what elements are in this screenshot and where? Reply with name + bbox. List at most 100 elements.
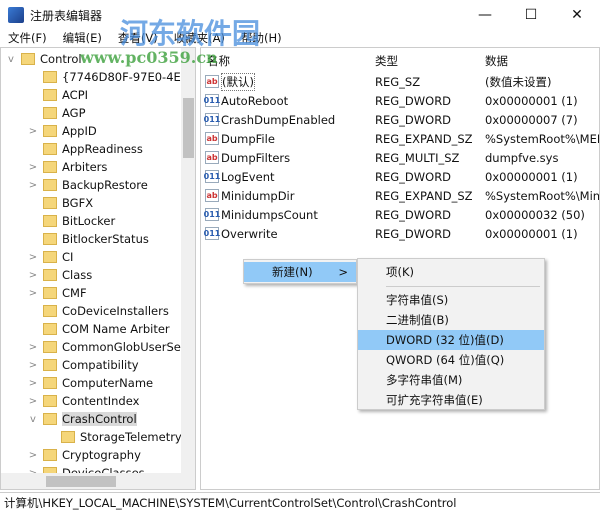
scroll-thumb[interactable] <box>183 98 194 158</box>
tree-item[interactable]: AGP <box>27 104 86 122</box>
menu-item-key[interactable]: 项(K) <box>358 262 544 282</box>
value-row[interactable]: 011 AutoReboot REG_DWORD 0x00000001 (1) <box>201 91 599 110</box>
expand-icon[interactable]: > <box>27 378 39 389</box>
tree-item[interactable]: BGFX <box>27 194 93 212</box>
submenu-item[interactable]: 二进制值(B) <box>358 310 544 330</box>
menu-item-new[interactable]: 新建(N) > <box>244 262 356 282</box>
value-name: LogEvent <box>221 169 275 184</box>
expand-icon[interactable]: > <box>27 360 39 371</box>
value-data: 0x00000001 (1) <box>485 226 578 241</box>
window-title: 注册表编辑器 <box>30 8 103 23</box>
folder-icon <box>43 161 57 173</box>
binary-value-icon: 011 <box>203 94 221 107</box>
expand-icon[interactable]: > <box>27 180 39 191</box>
close-button[interactable]: ✕ <box>554 0 600 30</box>
folder-icon <box>43 71 57 83</box>
value-row[interactable]: 011 Overwrite REG_DWORD 0x00000001 (1) <box>201 224 599 243</box>
expand-icon[interactable]: > <box>27 270 39 281</box>
value-row[interactable]: ab MinidumpDir REG_EXPAND_SZ %SystemRoot%\M… <box>201 186 599 205</box>
tree-item[interactable]: COM Name Arbiter <box>27 320 170 338</box>
submenu-item[interactable]: QWORD (64 位)值(Q) <box>358 350 544 370</box>
value-type: REG_DWORD <box>375 207 452 222</box>
watermark-url: www.pc0359.cn <box>80 48 218 67</box>
value-name: DumpFile <box>221 131 275 146</box>
tree-item[interactable]: > BackupRestore <box>27 176 148 194</box>
tree-item[interactable]: > ComputerName <box>27 374 153 392</box>
tree-item-control[interactable]: v Control <box>5 50 82 68</box>
column-data[interactable]: 数据 <box>485 53 508 69</box>
tree-item[interactable]: v CrashControl <box>27 410 137 428</box>
tree-item[interactable]: StorageTelemetry <box>45 428 182 446</box>
tree-item[interactable]: > CMF <box>27 284 87 302</box>
tree-item-label: CommonGlobUserSett <box>62 340 190 354</box>
value-row[interactable]: ab DumpFile REG_EXPAND_SZ %SystemRoot%\MEM <box>201 129 599 148</box>
collapse-icon[interactable]: v <box>27 414 39 425</box>
tree-item[interactable]: BitlockerStatus <box>27 230 149 248</box>
tree-item-label: {7746D80F-97E0-4E26- <box>62 70 196 84</box>
binary-value-icon: 011 <box>203 170 221 183</box>
folder-icon <box>43 305 57 317</box>
value-data: 0x00000007 (7) <box>485 112 578 127</box>
tree-item[interactable]: > ContentIndex <box>27 392 140 410</box>
folder-icon <box>43 179 57 191</box>
tree-item[interactable]: > Compatibility <box>27 356 139 374</box>
value-row[interactable]: ab DumpFilters REG_MULTI_SZ dumpfve.sys <box>201 148 599 167</box>
expand-icon[interactable]: > <box>27 450 39 461</box>
value-type: REG_DWORD <box>375 169 452 184</box>
folder-icon <box>43 107 57 119</box>
submenu-item[interactable]: 多字符串值(M) <box>358 370 544 390</box>
regedit-icon <box>8 7 24 23</box>
menu-edit[interactable]: 编辑(E) <box>55 30 110 46</box>
registry-tree[interactable]: v Control {7746D80F-97E0-4E26- ACPI AGP > Ap… <box>0 47 196 490</box>
maximize-button[interactable]: ☐ <box>508 0 554 30</box>
value-name: AutoReboot <box>221 93 289 108</box>
tree-vertical-scrollbar[interactable] <box>181 48 195 473</box>
tree-item[interactable]: ACPI <box>27 86 88 104</box>
tree-item-label: ContentIndex <box>62 394 140 408</box>
expand-icon[interactable]: > <box>27 288 39 299</box>
tree-item[interactable]: > Class <box>27 266 92 284</box>
folder-icon <box>43 341 57 353</box>
value-type: REG_DWORD <box>375 226 452 241</box>
tree-item[interactable]: CoDeviceInstallers <box>27 302 169 320</box>
minimize-button[interactable]: — <box>462 0 508 30</box>
tree-item-label: BGFX <box>62 196 94 210</box>
tree-item[interactable]: > Cryptography <box>27 446 141 464</box>
folder-icon <box>43 215 57 227</box>
tree-item-label: Cryptography <box>62 448 141 462</box>
tree-item[interactable]: {7746D80F-97E0-4E26- <box>27 68 196 86</box>
collapse-icon[interactable]: v <box>5 54 17 65</box>
tree-item[interactable]: AppReadiness <box>27 140 143 158</box>
tree-item[interactable]: > CI <box>27 248 74 266</box>
column-type[interactable]: 类型 <box>375 53 398 69</box>
tree-item[interactable]: > CommonGlobUserSett <box>27 338 190 356</box>
tree-item[interactable]: > AppID <box>27 122 97 140</box>
menu-file[interactable]: 文件(F) <box>0 30 55 46</box>
tree-horizontal-scrollbar[interactable] <box>1 473 195 489</box>
submenu-item[interactable]: DWORD (32 位)值(D) <box>358 330 544 350</box>
folder-icon <box>43 89 57 101</box>
submenu-item[interactable]: 可扩充字符串值(E) <box>358 390 544 410</box>
value-type: REG_DWORD <box>375 93 452 108</box>
folder-icon <box>43 323 57 335</box>
tree-item-label: AppID <box>62 124 97 138</box>
binary-value-icon: 011 <box>203 227 221 240</box>
value-name: MinidumpsCount <box>221 207 318 222</box>
folder-icon <box>43 233 57 245</box>
expand-icon[interactable]: > <box>27 342 39 353</box>
string-value-icon: ab <box>205 151 219 164</box>
tree-item[interactable]: > Arbiters <box>27 158 108 176</box>
expand-icon[interactable]: > <box>27 162 39 173</box>
expand-icon[interactable]: > <box>27 252 39 263</box>
folder-icon <box>61 431 75 443</box>
scroll-thumb[interactable] <box>46 476 116 487</box>
value-row[interactable]: 011 MinidumpsCount REG_DWORD 0x00000032 (50… <box>201 205 599 224</box>
tree-item[interactable]: BitLocker <box>27 212 115 230</box>
value-row[interactable]: 011 LogEvent REG_DWORD 0x00000001 (1) <box>201 167 599 186</box>
value-data: %SystemRoot%\MEM <box>485 131 600 146</box>
value-row[interactable]: ab (默认) REG_SZ (数值未设置) <box>201 72 599 91</box>
submenu-item[interactable]: 字符串值(S) <box>358 290 544 310</box>
expand-icon[interactable]: > <box>27 396 39 407</box>
expand-icon[interactable]: > <box>27 126 39 137</box>
value-row[interactable]: 011 CrashDumpEnabled REG_DWORD 0x00000007 (… <box>201 110 599 129</box>
